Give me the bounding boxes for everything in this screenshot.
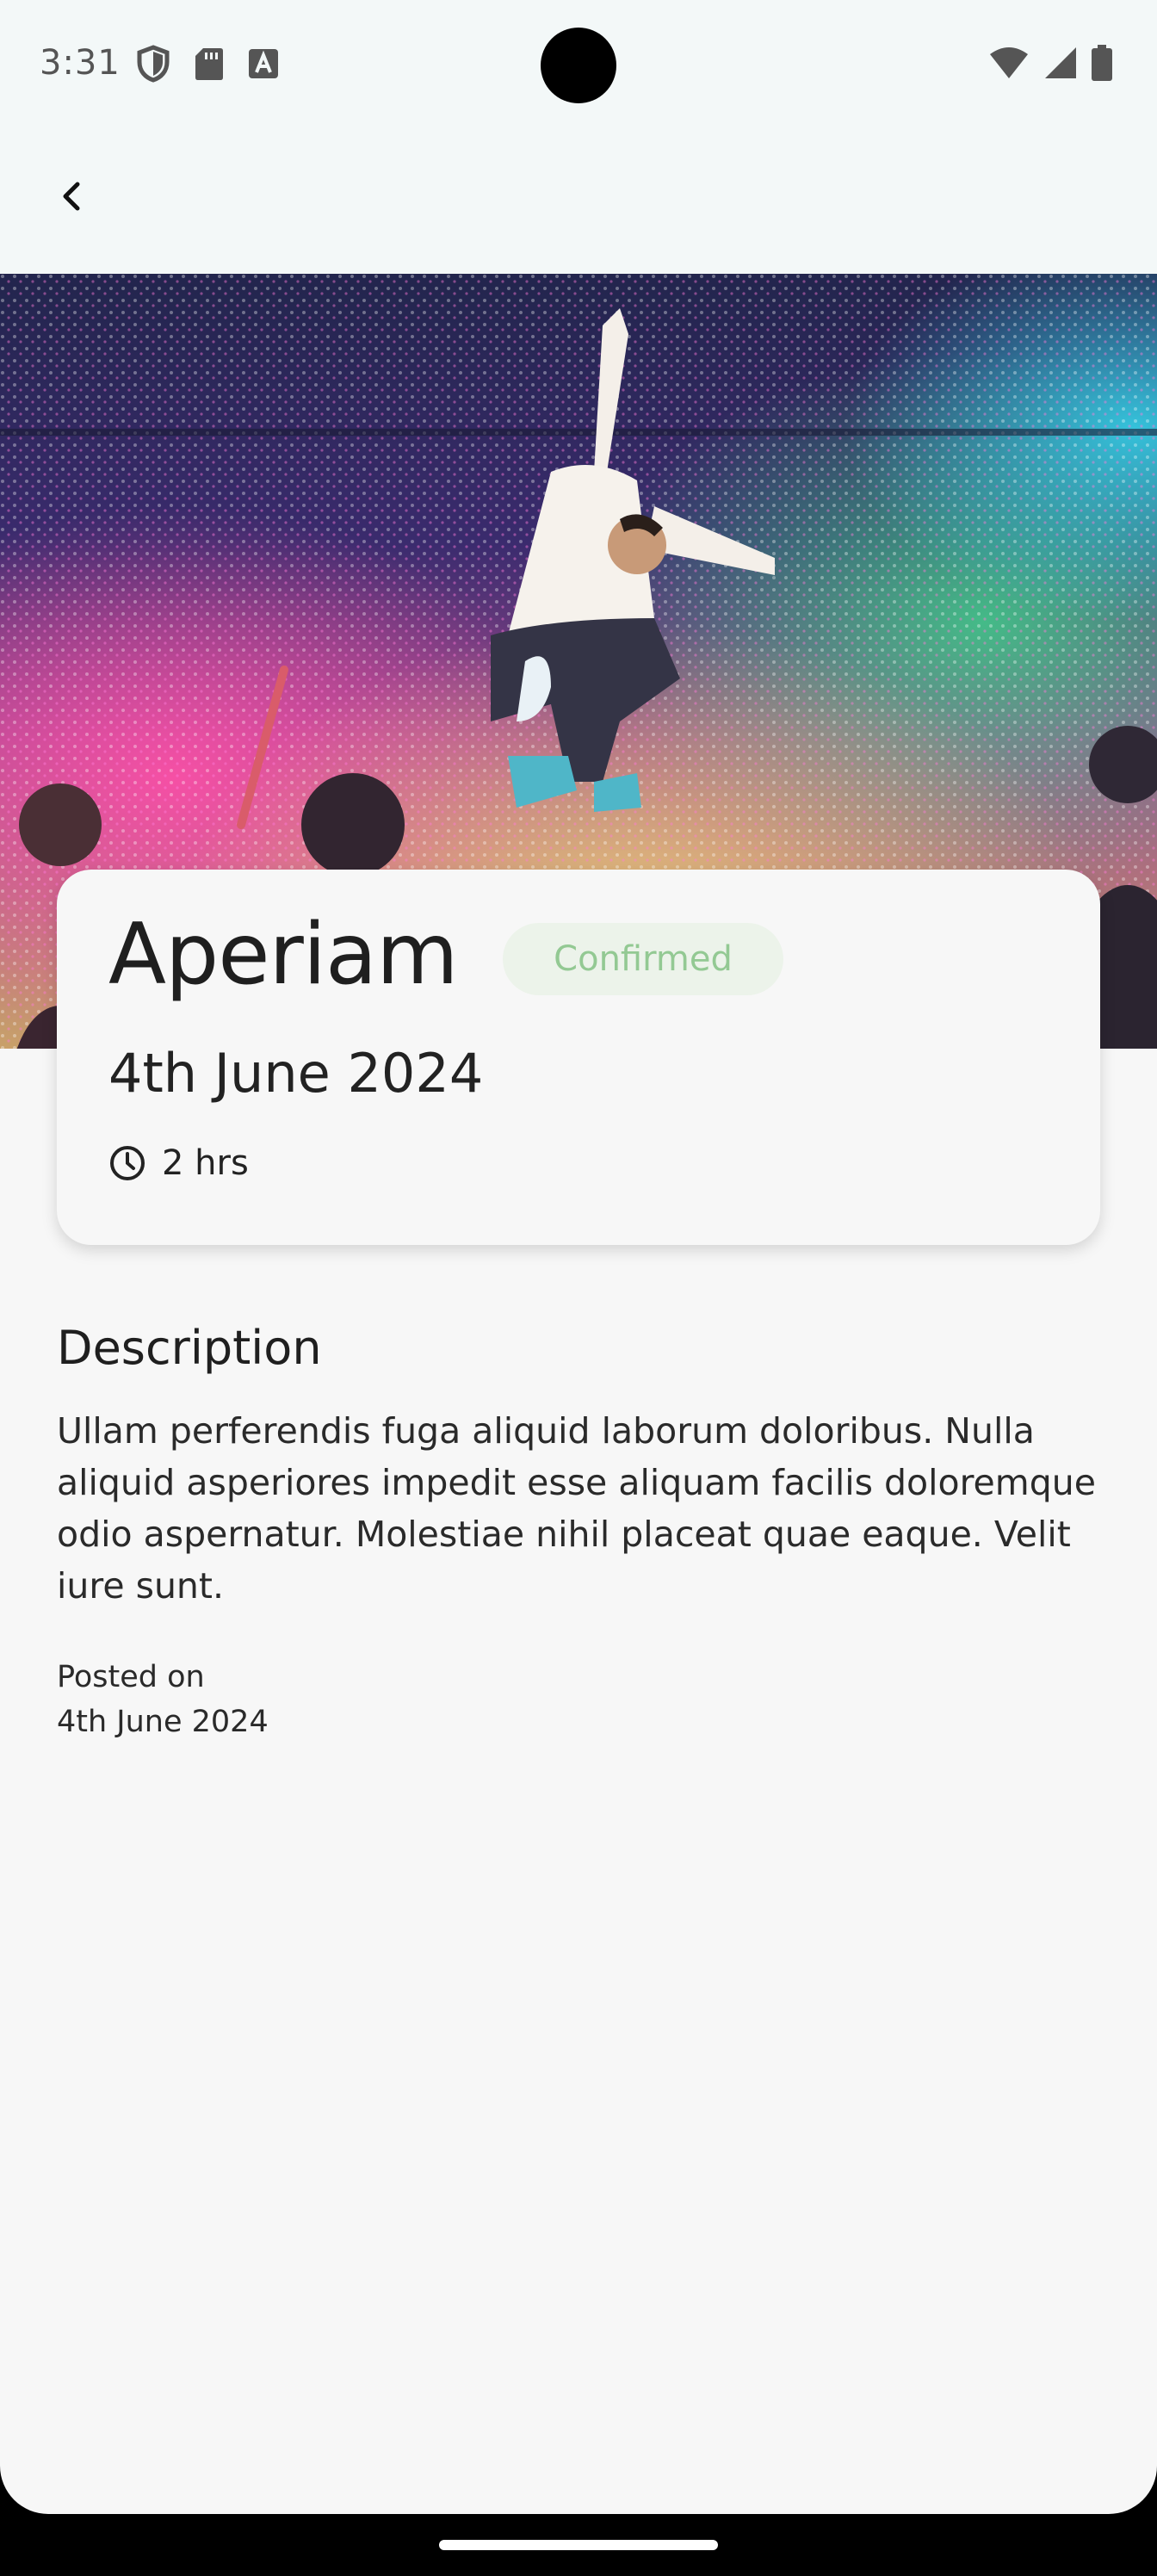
shield-icon — [137, 45, 170, 83]
event-duration: 2 hrs — [108, 1143, 249, 1183]
camera-cutout — [541, 28, 616, 103]
posted-label: Posted on — [57, 1660, 205, 1694]
clock-icon — [110, 1146, 145, 1180]
description-text: Ullam perferendis fuga aliquid laborum d… — [57, 1410, 1096, 1607]
wifi-icon — [990, 47, 1028, 78]
status-left-icons — [136, 45, 279, 83]
screen: 3:31 Aperiam Confirmed 4th June 2024 2 h… — [0, 0, 1157, 2514]
status-right-icons — [988, 45, 1112, 81]
top-app-bar: 3:31 — [0, 0, 1157, 274]
home-indicator[interactable] — [439, 2540, 718, 2550]
posted-date: 4th June 2024 — [57, 1705, 269, 1739]
status-time: 3:31 — [40, 43, 121, 83]
description-heading: Description — [57, 1321, 322, 1375]
back-button[interactable] — [46, 170, 98, 222]
battery-icon — [1092, 45, 1112, 81]
event-summary-card: Aperiam Confirmed 4th June 2024 2 hrs — [57, 870, 1100, 1245]
duration-text: 2 hrs — [162, 1143, 249, 1183]
signal-icon — [1045, 47, 1076, 78]
status-badge: Confirmed — [503, 923, 783, 995]
event-date: 4th June 2024 — [108, 1042, 484, 1105]
sd-card-icon — [195, 48, 223, 80]
chevron-left-icon — [63, 182, 80, 211]
text-a-icon — [249, 49, 278, 78]
event-title: Aperiam — [108, 906, 459, 1004]
